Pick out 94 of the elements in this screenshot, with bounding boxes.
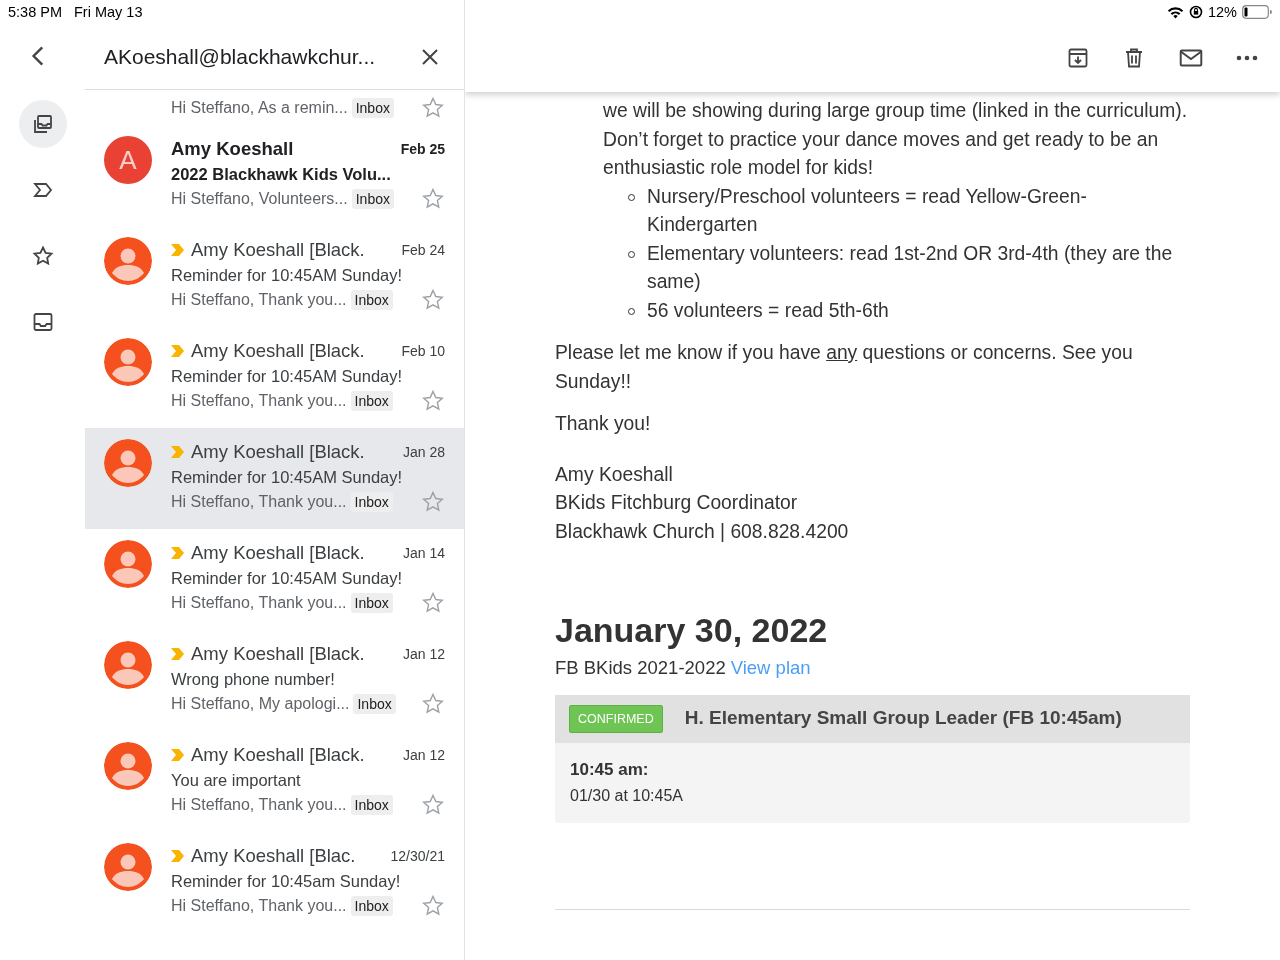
label-chip: Inbox [350, 492, 393, 512]
sender-name: Amy Koeshall [Black. [191, 542, 365, 564]
label-chip: Inbox [350, 593, 393, 613]
battery-icon [1242, 5, 1272, 19]
status-time: 5:38 PM [8, 4, 62, 20]
battery-percent: 12% [1207, 4, 1237, 20]
avatar [104, 641, 152, 689]
sender-name: Amy Koeshall [Blac. [191, 845, 356, 867]
signature-line: Amy Koeshall [555, 462, 674, 487]
email-date: Jan 12 [402, 747, 445, 763]
star-icon[interactable] [421, 288, 445, 312]
star-icon[interactable] [421, 793, 445, 817]
thread-title: AKoeshall@blackhawkchur... [104, 44, 376, 69]
email-date: Feb 25 [400, 141, 445, 157]
email-date: Jan 12 [402, 646, 445, 662]
rail-button[interactable] [18, 100, 67, 148]
email-row[interactable]: Amy Koeshall [Black. Feb 24 Reminder for 10:45AM Sunday! Hi Steffano, Thank you... Inbox [85, 226, 464, 327]
star-icon[interactable] [421, 591, 445, 615]
email-subject: Reminder for 10:45AM Sunday! [171, 467, 404, 488]
email-row[interactable]: A Amy Koeshall Feb 25 2022 Blackhawk Kids Volu... Hi Steffano, Volunteers... Inbox [85, 125, 464, 226]
email-preview: Hi Steffano, Thank you... [171, 291, 347, 309]
email-row[interactable]: Hi Steffano, As a remin... Inbox [85, 90, 464, 125]
email-preview: Hi Steffano, Volunteers... [171, 190, 348, 208]
email-subject: 2022 Blackhawk Kids Volu... [171, 164, 392, 185]
status-date: Fri May 13 [74, 4, 143, 20]
email-date: Feb 24 [401, 242, 445, 258]
email-preview: Hi Steffano, Thank you... [171, 493, 347, 511]
email-row[interactable]: Amy Koeshall [Blac. 12/30/21 Reminder for 10:45am Sunday! Hi Steffano, Thank you... Inbox [85, 832, 464, 933]
email-subject: Wrong phone number! [171, 669, 336, 690]
label-chip: Inbox [353, 694, 396, 714]
plan-name: FB BKids 2021-2022 [555, 656, 726, 680]
sender-name: Amy Koeshall [Black. [191, 744, 365, 766]
label-chip: Inbox [350, 896, 393, 916]
rotation-lock-icon [1188, 5, 1203, 19]
email-preview: Hi Steffano, As a remin... [171, 98, 348, 117]
time-detail: 01/30 at 10:45A [570, 785, 684, 806]
star-icon[interactable] [421, 490, 445, 514]
time-label: 10:45 am: [570, 758, 650, 781]
avatar [104, 843, 152, 891]
sender-name: Amy Koeshall [Black. [191, 239, 365, 261]
label-chip: Inbox [350, 290, 393, 310]
star-icon[interactable] [421, 692, 445, 716]
sender-name: Amy Koeshall [Black. [191, 441, 365, 463]
email-preview: Hi Steffano, Thank you... [171, 392, 347, 410]
label-chip: Inbox [350, 391, 393, 411]
email-row[interactable]: Amy Koeshall [Black. Jan 28 Reminder for 10:45AM Sunday! Hi Steffano, Thank you... Inbox [85, 428, 464, 529]
email-date: 12/30/21 [390, 848, 445, 864]
signature-line: Blackhawk Church | 608.828.4200 [555, 519, 850, 544]
avatar [104, 540, 152, 588]
status-badge: CONFIRMED [569, 704, 663, 733]
label-chip: Inbox [350, 795, 393, 815]
email-date: Jan 28 [402, 444, 445, 460]
signature-line: BKids Fitchburg Coordinator [555, 491, 799, 515]
event-heading: January 30, 2022 [555, 610, 829, 651]
label-chip: Inbox [351, 97, 394, 118]
list-item: we will be showing during large group time (linked in the curriculum). Don’t forget to practice your dance moves and get ready to be an enthusiastic role model for kids! [603, 99, 1189, 180]
avatar [104, 338, 152, 386]
email-preview: Hi Steffano, Thank you... [171, 897, 347, 915]
email-subject: Reminder for 10:45AM Sunday! [171, 568, 404, 589]
avatar [104, 742, 152, 790]
email-preview: Hi Steffano, Thank you... [171, 594, 347, 612]
email-row[interactable]: Amy Koeshall [Black. Jan 12 You are important Hi Steffano, Thank you... Inbox [85, 731, 464, 832]
star-icon[interactable] [421, 389, 445, 413]
star-icon[interactable] [421, 187, 445, 211]
wifi-icon [1166, 5, 1184, 19]
email-subject: Reminder for 10:45AM Sunday! [171, 265, 404, 286]
email-subject: Reminder for 10:45AM Sunday! [171, 366, 404, 387]
email-subject: You are important [171, 770, 302, 791]
role-title: H. Elementary Small Group Leader (FB 10:45am) [684, 706, 1122, 731]
email-row[interactable]: Amy Koeshall [Black. Jan 14 Reminder for 10:45AM Sunday! Hi Steffano, Thank you... Inbox [85, 529, 464, 630]
star-icon[interactable] [30, 244, 55, 268]
list-item: Nursery/Preschool volunteers = read Yellow-Green-Kindergarten [647, 184, 1088, 237]
email-subject: Reminder for 10:45am Sunday! [171, 871, 402, 892]
list-item: Elementary volunteers: read 1st-2nd OR 3rd-4th (they are the same) [647, 241, 1174, 294]
star-icon[interactable] [421, 894, 445, 918]
email-row[interactable]: Amy Koeshall [Black. Feb 10 Reminder for 10:45AM Sunday! Hi Steffano, Thank you... Inbox [85, 327, 464, 428]
email-preview: Hi Steffano, My apologi... [171, 695, 350, 713]
paragraph: Thank you! [555, 412, 652, 436]
sender-name: Amy Koeshall [Black. [191, 340, 365, 362]
label-chip: Inbox [351, 189, 394, 209]
email-preview: Hi Steffano, Thank you... [171, 796, 347, 814]
list-item: 56 volunteers = read 5th-6th [647, 298, 889, 323]
sender-name: Amy Koeshall [171, 138, 294, 160]
sender-name: Amy Koeshall [Black. [191, 643, 365, 665]
paragraph: Please let me know if you have any questions or concerns. See you Sunday!! [555, 341, 1134, 394]
more-icon[interactable] [1236, 55, 1258, 61]
archive-icon[interactable] [1066, 46, 1090, 70]
avatar [104, 439, 152, 487]
star-icon[interactable] [421, 95, 445, 120]
email-date: Feb 10 [401, 343, 445, 359]
email-date: Jan 14 [402, 545, 445, 561]
email-row[interactable]: Amy Koeshall [Black. Jan 12 Wrong phone number! Hi Steffano, My apologi... Inbox [85, 630, 464, 731]
avatar [104, 237, 152, 285]
avatar: A [104, 136, 152, 184]
